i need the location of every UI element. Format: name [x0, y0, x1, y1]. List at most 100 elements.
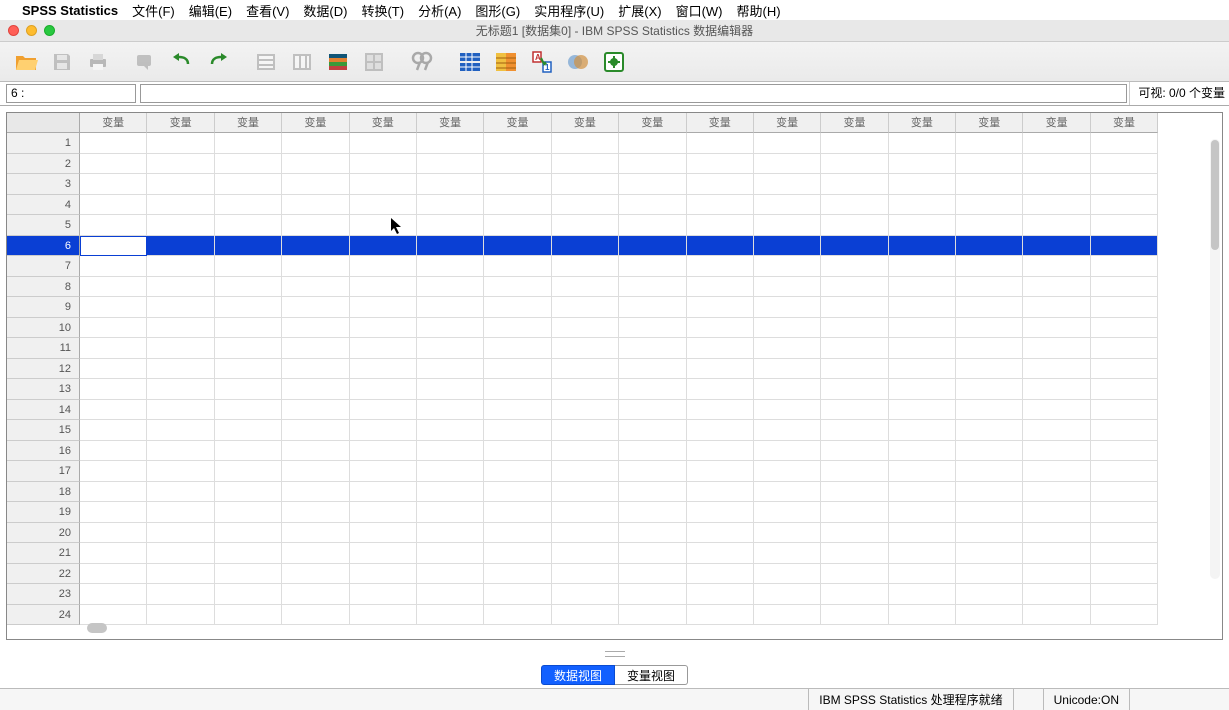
variables-button[interactable]	[322, 47, 354, 77]
data-cell[interactable]	[552, 523, 619, 544]
data-cell[interactable]	[417, 215, 484, 236]
data-cell[interactable]	[687, 584, 754, 605]
data-cell[interactable]	[1091, 584, 1158, 605]
data-cell[interactable]	[80, 297, 147, 318]
data-cell[interactable]	[215, 359, 282, 380]
data-cell[interactable]	[350, 338, 417, 359]
data-cell[interactable]	[350, 215, 417, 236]
data-cell[interactable]	[687, 154, 754, 175]
data-cell[interactable]	[821, 133, 888, 154]
data-cell[interactable]	[147, 297, 214, 318]
data-cell[interactable]	[956, 277, 1023, 298]
data-cell[interactable]	[687, 379, 754, 400]
data-cell[interactable]	[552, 482, 619, 503]
data-cell[interactable]	[215, 174, 282, 195]
data-cell[interactable]	[147, 195, 214, 216]
data-cell[interactable]	[821, 420, 888, 441]
data-cell[interactable]	[889, 318, 956, 339]
data-cell[interactable]	[147, 338, 214, 359]
data-cell[interactable]	[350, 256, 417, 277]
data-cell[interactable]	[956, 420, 1023, 441]
data-cell[interactable]	[956, 605, 1023, 626]
data-cell[interactable]	[552, 564, 619, 585]
data-cell[interactable]	[215, 256, 282, 277]
data-cell[interactable]	[619, 523, 686, 544]
data-cell[interactable]	[687, 195, 754, 216]
data-cell[interactable]	[889, 154, 956, 175]
data-cell[interactable]	[889, 564, 956, 585]
data-cell[interactable]	[1023, 236, 1090, 257]
data-cell[interactable]	[215, 236, 282, 257]
save-button[interactable]	[46, 47, 78, 77]
value-labels-button[interactable]	[562, 47, 594, 77]
column-header[interactable]: 变量	[350, 113, 417, 133]
menu-edit[interactable]: 编辑(E)	[189, 1, 232, 20]
data-cell[interactable]	[147, 174, 214, 195]
data-cell[interactable]	[821, 605, 888, 626]
data-cell[interactable]	[484, 318, 551, 339]
data-cell[interactable]	[619, 359, 686, 380]
data-cell[interactable]	[282, 400, 349, 421]
data-cell[interactable]	[350, 461, 417, 482]
data-cell[interactable]	[417, 543, 484, 564]
data-cell[interactable]	[215, 277, 282, 298]
data-cell[interactable]	[619, 441, 686, 462]
data-cell[interactable]	[1091, 359, 1158, 380]
data-cell[interactable]	[889, 359, 956, 380]
data-cell[interactable]	[80, 195, 147, 216]
run-descriptives-button[interactable]	[358, 47, 390, 77]
data-cell[interactable]	[350, 195, 417, 216]
data-cell[interactable]	[552, 297, 619, 318]
column-header[interactable]: 变量	[956, 113, 1023, 133]
data-cell[interactable]	[147, 461, 214, 482]
data-cell[interactable]	[889, 584, 956, 605]
data-cell[interactable]	[484, 543, 551, 564]
data-cell[interactable]	[821, 482, 888, 503]
data-cell[interactable]	[417, 133, 484, 154]
data-cell[interactable]	[1091, 277, 1158, 298]
data-cell[interactable]	[1023, 297, 1090, 318]
column-header[interactable]: 变量	[687, 113, 754, 133]
menu-window[interactable]: 窗口(W)	[676, 1, 723, 20]
data-cell[interactable]	[417, 482, 484, 503]
column-header[interactable]: 变量	[215, 113, 282, 133]
data-cell[interactable]	[1023, 256, 1090, 277]
data-cell[interactable]	[484, 564, 551, 585]
data-cell[interactable]	[417, 379, 484, 400]
data-cell[interactable]	[754, 605, 821, 626]
data-cell[interactable]	[80, 359, 147, 380]
data-cell[interactable]	[147, 359, 214, 380]
data-cell[interactable]	[889, 482, 956, 503]
menu-graphs[interactable]: 图形(G)	[475, 1, 520, 20]
data-cell[interactable]	[215, 441, 282, 462]
data-cell[interactable]	[619, 564, 686, 585]
data-cell[interactable]	[1023, 461, 1090, 482]
data-cell[interactable]	[619, 318, 686, 339]
data-cell[interactable]	[350, 502, 417, 523]
data-cell[interactable]	[417, 502, 484, 523]
data-cell[interactable]	[80, 236, 147, 257]
print-button[interactable]	[82, 47, 114, 77]
data-cell[interactable]	[889, 338, 956, 359]
data-cell[interactable]	[889, 297, 956, 318]
data-cell[interactable]	[215, 297, 282, 318]
data-cell[interactable]	[80, 400, 147, 421]
maximize-window-button[interactable]	[44, 25, 55, 36]
data-cell[interactable]	[552, 441, 619, 462]
row-header[interactable]: 9	[7, 297, 80, 318]
data-cell[interactable]	[350, 359, 417, 380]
data-cell[interactable]	[147, 441, 214, 462]
data-cell[interactable]	[484, 236, 551, 257]
row-header[interactable]: 23	[7, 584, 80, 605]
data-cell[interactable]	[1091, 523, 1158, 544]
data-cell[interactable]	[1023, 338, 1090, 359]
data-cell[interactable]	[80, 277, 147, 298]
data-cell[interactable]	[1023, 441, 1090, 462]
row-header[interactable]: 15	[7, 420, 80, 441]
data-cell[interactable]	[552, 379, 619, 400]
data-cell[interactable]	[417, 564, 484, 585]
menu-transform[interactable]: 转换(T)	[361, 1, 404, 20]
data-cell[interactable]	[350, 564, 417, 585]
data-cell[interactable]	[687, 605, 754, 626]
data-cell[interactable]	[147, 543, 214, 564]
